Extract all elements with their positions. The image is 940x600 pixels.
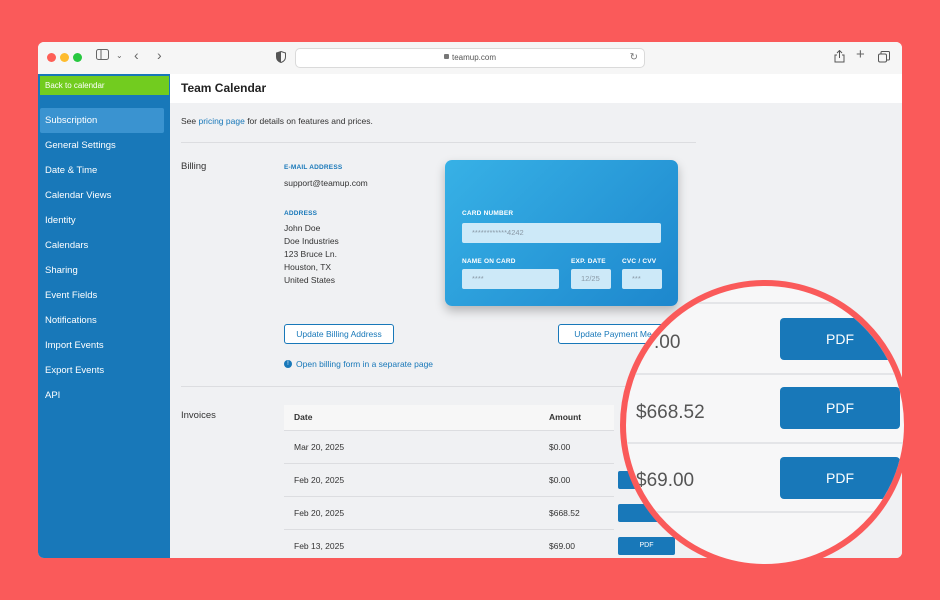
settings-sidebar: Back to calendar Subscription General Se… xyxy=(38,74,170,558)
update-billing-address-button[interactable]: Update Billing Address xyxy=(284,324,394,344)
table-row: Feb 20, 2025 $0.00 xyxy=(284,464,675,497)
pricing-page-link[interactable]: pricing page xyxy=(199,116,245,126)
sidebar-item-calendars[interactable]: Calendars xyxy=(38,233,164,258)
invoice-date: Feb 20, 2025 xyxy=(294,508,345,518)
credit-card: CARD NUMBER ************4242 NAME ON CAR… xyxy=(445,160,678,306)
sidebar-item-export-events[interactable]: Export Events xyxy=(38,358,164,383)
share-icon[interactable] xyxy=(834,49,845,67)
address-label: ADDRESS xyxy=(284,210,318,217)
card-number-field: ************4242 xyxy=(462,223,661,243)
divider xyxy=(181,386,696,387)
name-on-card-label: NAME ON CARD xyxy=(462,258,516,265)
info-icon: ! xyxy=(284,359,292,368)
reload-icon[interactable]: ↻ xyxy=(630,49,638,67)
email-label: E-MAIL ADDRESS xyxy=(284,164,343,171)
sidebar-item-subscription[interactable]: Subscription xyxy=(40,108,164,133)
invoices-section-label: Invoices xyxy=(181,410,216,421)
close-window-button[interactable] xyxy=(47,53,56,62)
address-line: United States xyxy=(284,275,336,285)
zoom-amount: .00 xyxy=(654,332,681,353)
forward-arrow-icon[interactable]: › xyxy=(157,47,162,63)
column-header-date: Date xyxy=(294,412,313,422)
open-billing-form-link[interactable]: ! Open billing form in a separate page xyxy=(284,359,433,369)
billing-section-label: Billing xyxy=(181,161,207,172)
intro-suffix: for details on features and prices. xyxy=(247,116,373,126)
cvc-field: *** xyxy=(622,269,662,289)
back-to-calendar-button[interactable]: Back to calendar xyxy=(40,76,169,95)
sidebar-item-sharing[interactable]: Sharing xyxy=(38,258,164,283)
sidebar-item-calendar-views[interactable]: Calendar Views xyxy=(38,183,164,208)
invoice-date: Mar 20, 2025 xyxy=(294,442,345,452)
open-billing-form-label: Open billing form in a separate page xyxy=(296,359,434,369)
zoom-amount: $668.52 xyxy=(636,402,705,423)
zoom-divider xyxy=(626,511,904,513)
page-header: Team Calendar xyxy=(170,74,902,103)
invoice-date: Feb 13, 2025 xyxy=(294,541,345,551)
page-title: Team Calendar xyxy=(181,81,267,95)
zoom-divider xyxy=(626,373,904,375)
sidebar-item-event-fields[interactable]: Event Fields xyxy=(38,283,164,308)
pricing-intro: See pricing page for details on features… xyxy=(181,116,373,126)
exp-date-label: EXP. DATE xyxy=(571,258,606,265)
zoom-pdf-button[interactable]: PDF xyxy=(780,387,900,429)
chevron-down-icon[interactable]: ⌄ xyxy=(116,48,123,64)
address-value: John Doe Doe Industries 123 Bruce Ln. Ho… xyxy=(284,222,339,287)
sidebar-item-import-events[interactable]: Import Events xyxy=(38,333,164,358)
invoice-date: Feb 20, 2025 xyxy=(294,475,345,485)
settings-nav: Subscription General Settings Date & Tim… xyxy=(38,108,170,408)
table-row: Feb 13, 2025 $69.00 PDF xyxy=(284,530,675,558)
cvc-label: CVC / CVV xyxy=(622,258,657,265)
invoice-amount: $69.00 xyxy=(549,541,575,551)
lock-icon xyxy=(443,54,449,60)
email-value: support@teamup.com xyxy=(284,178,368,188)
name-on-card-field: **** xyxy=(462,269,559,289)
zoom-window-button[interactable] xyxy=(73,53,82,62)
invoice-amount: $0.00 xyxy=(549,442,571,452)
address-bar[interactable]: teamup.com ↻ xyxy=(295,48,645,68)
sidebar-item-api[interactable]: API xyxy=(38,383,164,408)
shield-icon[interactable] xyxy=(276,50,286,67)
column-header-amount: Amount xyxy=(549,412,582,422)
sidebar-toggle-icon[interactable] xyxy=(96,49,110,65)
zoom-divider xyxy=(626,442,904,444)
zoom-callout: .00 PDF $668.52 PDF $69.00 PDF xyxy=(620,280,910,570)
invoice-amount: $668.52 xyxy=(549,508,580,518)
zoom-pdf-button[interactable]: PDF xyxy=(780,318,900,360)
table-row: Mar 20, 2025 $0.00 xyxy=(284,431,614,464)
address-line: 123 Bruce Ln. xyxy=(284,249,337,259)
sidebar-item-date-time[interactable]: Date & Time xyxy=(38,158,164,183)
intro-prefix: See xyxy=(181,116,197,126)
new-tab-icon[interactable]: + xyxy=(856,47,865,63)
tab-overview-icon[interactable] xyxy=(878,51,890,67)
card-number-label: CARD NUMBER xyxy=(462,210,514,217)
sidebar-item-notifications[interactable]: Notifications xyxy=(38,308,164,333)
address-line: John Doe xyxy=(284,223,321,233)
address-url: teamup.com xyxy=(451,53,497,62)
zoom-divider xyxy=(626,302,904,304)
address-line: Houston, TX xyxy=(284,262,332,272)
table-row: Feb 20, 2025 $668.52 xyxy=(284,497,675,530)
divider xyxy=(181,142,696,143)
pdf-button[interactable]: PDF xyxy=(618,537,675,555)
invoice-amount: $0.00 xyxy=(549,475,571,485)
minimize-window-button[interactable] xyxy=(60,53,69,62)
invoices-table: Date Amount Mar 20, 2025 $0.00 Feb 20, 2… xyxy=(284,405,675,558)
exp-date-field: 12/25 xyxy=(571,269,611,289)
browser-toolbar: ⌄ ‹ › teamup.com ↻ + xyxy=(38,42,902,75)
sidebar-item-general-settings[interactable]: General Settings xyxy=(38,133,164,158)
address-line: Doe Industries xyxy=(284,236,339,246)
zoom-amount: $69.00 xyxy=(636,470,695,491)
zoom-pdf-button[interactable]: PDF xyxy=(780,457,900,499)
back-arrow-icon[interactable]: ‹ xyxy=(134,47,139,63)
sidebar-item-identity[interactable]: Identity xyxy=(38,208,164,233)
table-header: Date Amount xyxy=(284,405,614,431)
